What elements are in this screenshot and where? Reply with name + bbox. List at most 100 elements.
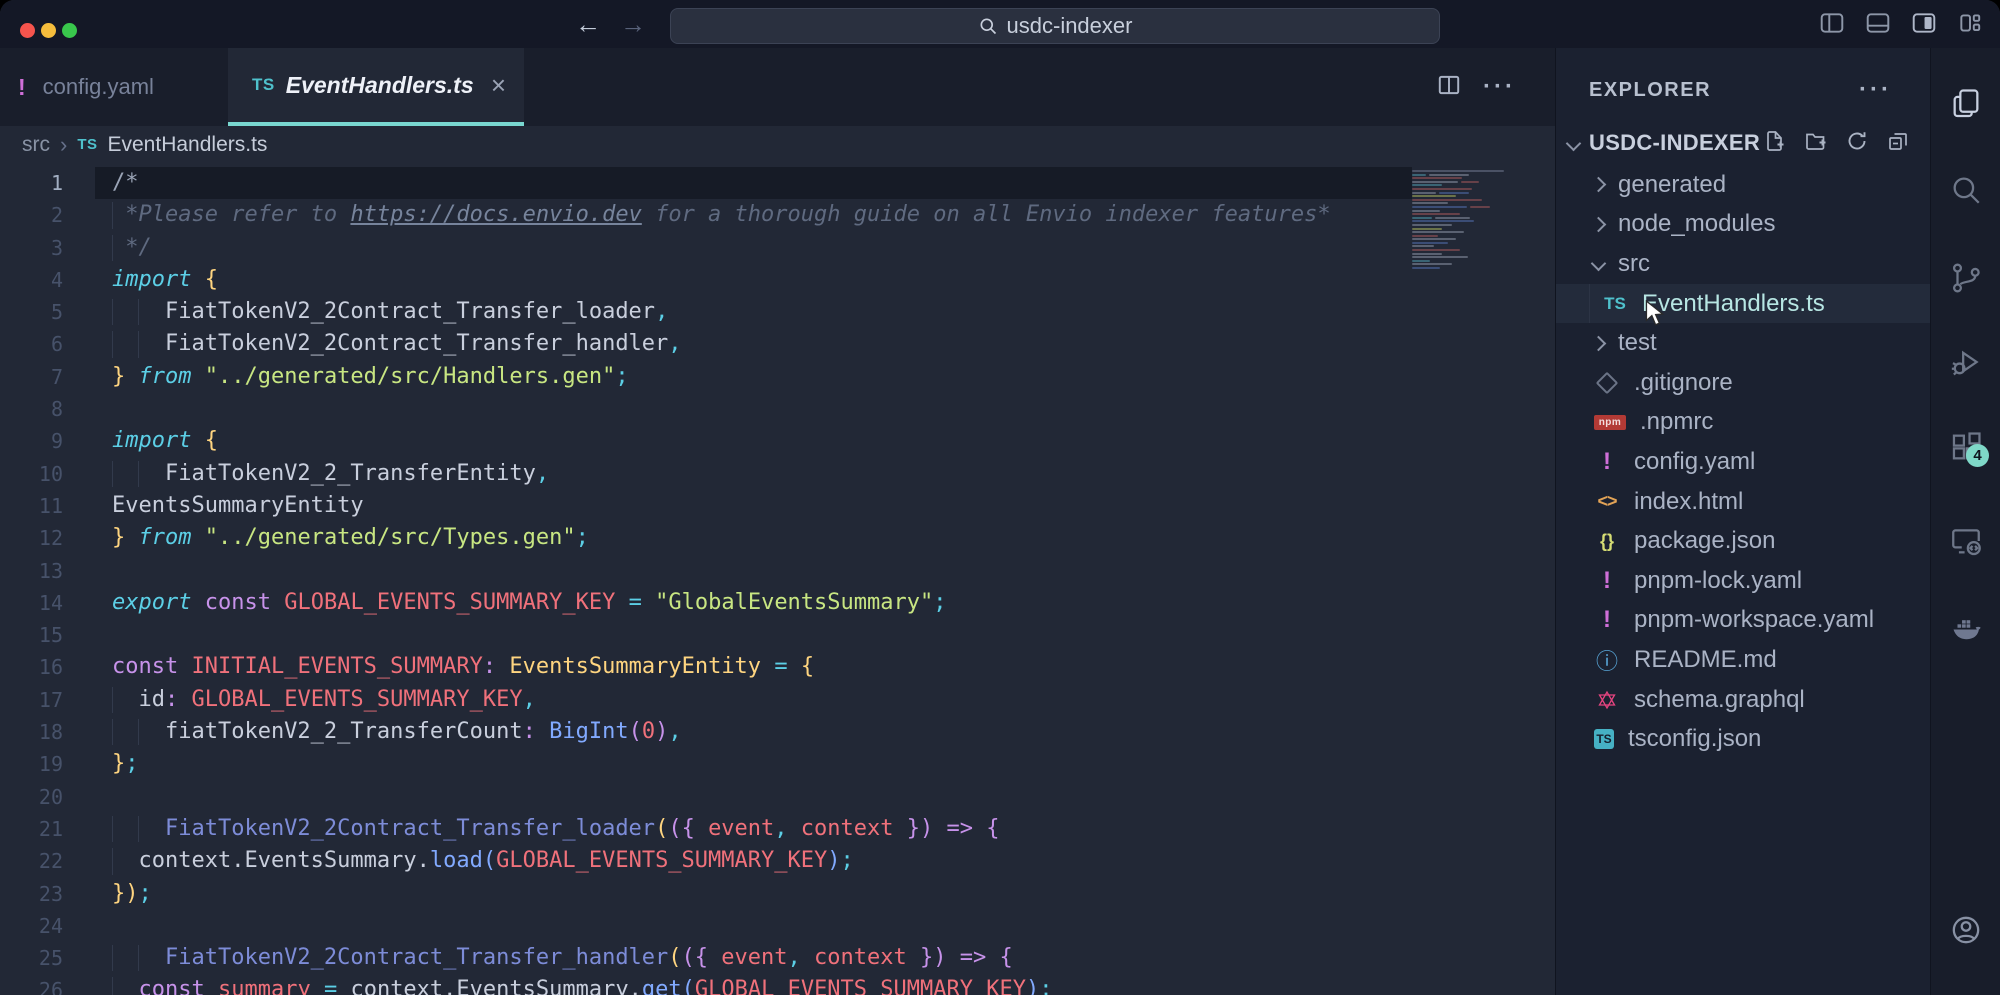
close-icon[interactable]: × bbox=[491, 70, 506, 101]
code-line[interactable] bbox=[95, 555, 1412, 587]
indent-guide bbox=[112, 848, 113, 874]
minimap-segment bbox=[1412, 199, 1482, 201]
traffic-light-close[interactable] bbox=[20, 23, 35, 38]
code-line[interactable]: const summary = context.EventsSummary.ge… bbox=[95, 974, 1412, 995]
account-icon[interactable] bbox=[1949, 913, 1983, 947]
code-token bbox=[125, 364, 138, 389]
tab-label: EventHandlers.ts bbox=[286, 72, 474, 99]
code-line[interactable]: export const GLOBAL_EVENTS_SUMMARY_KEY =… bbox=[95, 587, 1412, 619]
explorer-more-actions-icon[interactable]: ··· bbox=[1859, 76, 1892, 104]
workspace-root-row[interactable]: USDC-INDEXER bbox=[1556, 123, 1930, 163]
breadcrumb-file[interactable]: EventHandlers.ts bbox=[108, 133, 268, 157]
code-line[interactable]: */ bbox=[95, 232, 1412, 264]
code-line[interactable]: }; bbox=[95, 748, 1412, 780]
code-line[interactable]: id: GLOBAL_EVENTS_SUMMARY_KEY, bbox=[95, 684, 1412, 716]
minimap-segment bbox=[1412, 245, 1434, 247]
toggle-primary-sidebar-icon[interactable] bbox=[1818, 10, 1846, 36]
customize-layout-icon[interactable] bbox=[1956, 10, 1984, 36]
code-token: } bbox=[907, 945, 934, 970]
minimap-segment bbox=[1412, 267, 1440, 269]
docker-icon[interactable] bbox=[1949, 611, 1983, 645]
tree-file-pnpm-workspace-yaml[interactable]: !pnpm-workspace.yaml bbox=[1556, 601, 1930, 641]
search-input[interactable]: usdc-indexer bbox=[670, 8, 1440, 44]
code-line[interactable]: context.EventsSummary.load(GLOBAL_EVENTS… bbox=[95, 845, 1412, 877]
code-token: event bbox=[708, 816, 774, 841]
code-token: , bbox=[655, 299, 668, 324]
minimap-line bbox=[1412, 267, 1520, 269]
run-debug-icon[interactable] bbox=[1949, 345, 1983, 379]
remote-explorer-icon[interactable] bbox=[1949, 524, 1983, 558]
code-token bbox=[933, 816, 946, 841]
tree-file-config-yaml[interactable]: !config.yaml bbox=[1556, 442, 1930, 482]
tree-file-tsconfig-json[interactable]: TStsconfig.json bbox=[1556, 719, 1930, 759]
code-line[interactable] bbox=[95, 781, 1412, 813]
code-content[interactable]: /* *Please refer to https://docs.envio.d… bbox=[95, 167, 1412, 995]
refresh-icon[interactable] bbox=[1845, 129, 1869, 158]
traffic-light-zoom[interactable] bbox=[62, 23, 77, 38]
code-line[interactable]: import { bbox=[95, 425, 1412, 457]
code-line[interactable]: }); bbox=[95, 878, 1412, 910]
code-token: const bbox=[205, 590, 271, 615]
code-line[interactable]: FiatTokenV2_2Contract_Transfer_loader(({… bbox=[95, 813, 1412, 845]
tree-file-pnpm-lock-yaml[interactable]: !pnpm-lock.yaml bbox=[1556, 561, 1930, 601]
code-line[interactable]: fiatTokenV2_2_TransferCount: BigInt(0), bbox=[95, 716, 1412, 748]
code-line[interactable]: /* bbox=[95, 167, 1412, 199]
indent-guide bbox=[138, 945, 139, 971]
tree-file-schema-graphql[interactable]: schema.graphql bbox=[1556, 680, 1930, 720]
tab-config-yaml[interactable]: ! config.yaml bbox=[0, 48, 212, 126]
code-token: ; bbox=[576, 525, 589, 550]
toggle-secondary-sidebar-icon[interactable] bbox=[1910, 10, 1938, 36]
code-line[interactable]: import { bbox=[95, 264, 1412, 296]
tree-file--gitignore[interactable]: .gitignore bbox=[1556, 363, 1930, 403]
code-editor[interactable]: 1234567891011121314151617181920212223242… bbox=[0, 163, 1555, 995]
code-line[interactable]: EventsSummaryEntity bbox=[95, 490, 1412, 522]
tree-file-index-html[interactable]: <>index.html bbox=[1556, 482, 1930, 522]
line-number: 22 bbox=[0, 845, 95, 877]
new-file-icon[interactable] bbox=[1763, 129, 1787, 158]
forward-arrow-icon[interactable]: → bbox=[616, 7, 650, 41]
more-actions-icon[interactable]: ··· bbox=[1483, 73, 1516, 101]
tree-file-package-json[interactable]: {}package.json bbox=[1556, 521, 1930, 561]
split-editor-icon[interactable] bbox=[1436, 72, 1462, 103]
code-line[interactable]: FiatTokenV2_2Contract_Transfer_loader, bbox=[95, 296, 1412, 328]
code-line[interactable]: FiatTokenV2_2Contract_Transfer_handler((… bbox=[95, 942, 1412, 974]
tree-folder-src[interactable]: src bbox=[1556, 244, 1930, 284]
tree-file-eventhandlers-ts[interactable]: TSEventHandlers.ts bbox=[1556, 284, 1930, 324]
new-folder-icon[interactable] bbox=[1804, 129, 1828, 158]
tree-item-label: pnpm-lock.yaml bbox=[1634, 567, 1802, 595]
explorer-title: EXPLORER bbox=[1589, 79, 1711, 102]
traffic-light-minimize[interactable] bbox=[41, 23, 56, 38]
code-line[interactable] bbox=[95, 910, 1412, 942]
code-token: context bbox=[814, 945, 907, 970]
source-control-icon[interactable] bbox=[1949, 261, 1983, 295]
tree-file-readme-md[interactable]: ⓘREADME.md bbox=[1556, 640, 1930, 680]
tab-eventhandlers-ts[interactable]: TS EventHandlers.ts × bbox=[228, 48, 524, 126]
minimap[interactable] bbox=[1412, 170, 1520, 272]
code-token bbox=[337, 977, 350, 995]
explorer-icon[interactable] bbox=[1949, 87, 1983, 121]
code-token bbox=[178, 687, 191, 712]
extensions-icon[interactable]: 4 bbox=[1949, 430, 1983, 464]
minimap-segment bbox=[1412, 213, 1460, 215]
tree-folder-generated[interactable]: generated bbox=[1556, 165, 1930, 205]
code-line[interactable]: FiatTokenV2_2_TransferEntity, bbox=[95, 458, 1412, 490]
tree-folder-test[interactable]: test bbox=[1556, 323, 1930, 363]
code-line[interactable] bbox=[95, 619, 1412, 651]
code-line[interactable]: *Please refer to https://docs.envio.dev … bbox=[95, 199, 1412, 231]
code-line[interactable] bbox=[95, 393, 1412, 425]
code-line[interactable]: FiatTokenV2_2Contract_Transfer_handler, bbox=[95, 328, 1412, 360]
search-icon[interactable] bbox=[1949, 173, 1983, 207]
code-token: , bbox=[668, 719, 681, 744]
indent-guide bbox=[138, 816, 139, 842]
code-line[interactable]: } from "../generated/src/Types.gen"; bbox=[95, 522, 1412, 554]
code-token: ; bbox=[1039, 977, 1052, 995]
collapse-all-icon[interactable] bbox=[1886, 129, 1910, 158]
tree-folder-node-modules[interactable]: node_modules bbox=[1556, 205, 1930, 245]
back-arrow-icon[interactable]: ← bbox=[571, 7, 605, 41]
breadcrumb-folder[interactable]: src bbox=[22, 133, 50, 157]
code-line[interactable]: const INITIAL_EVENTS_SUMMARY: EventsSumm… bbox=[95, 651, 1412, 683]
tree-file--npmrc[interactable]: npm.npmrc bbox=[1556, 403, 1930, 443]
toggle-panel-icon[interactable] bbox=[1864, 10, 1892, 36]
tree-item-label: generated bbox=[1618, 171, 1726, 199]
code-line[interactable]: } from "../generated/src/Handlers.gen"; bbox=[95, 361, 1412, 393]
